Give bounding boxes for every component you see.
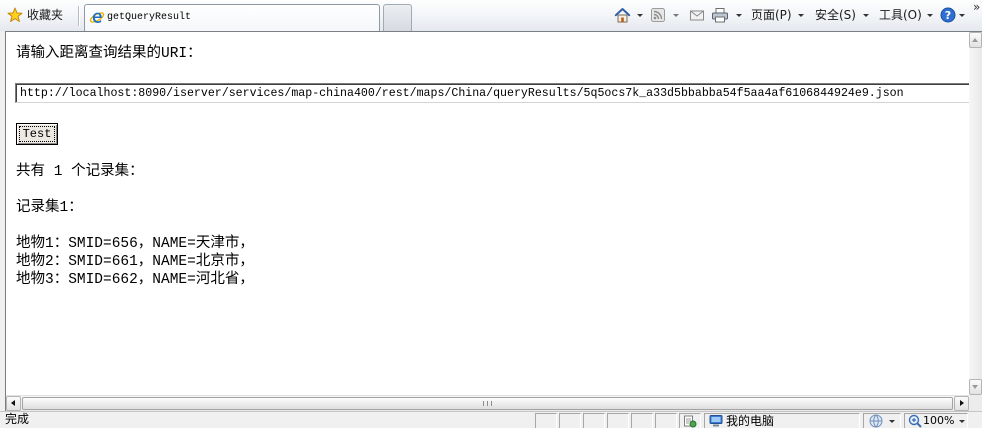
protected-mode-panel[interactable] (863, 413, 901, 428)
scroll-down-arrow-icon (972, 385, 978, 389)
help-dropdown-arrow[interactable] (959, 14, 965, 17)
tools-menu[interactable]: 工具(O) (879, 5, 922, 25)
status-panel (559, 413, 581, 428)
new-tab-button[interactable] (383, 4, 412, 31)
scroll-left-arrow-icon (11, 400, 15, 406)
scroll-up-button[interactable] (969, 32, 982, 48)
help-button[interactable]: ? (939, 5, 959, 25)
status-panel (631, 413, 653, 428)
status-text: 完成 (5, 412, 30, 426)
print-icon (712, 8, 728, 23)
zoom-icon (908, 414, 922, 428)
print-button[interactable] (710, 5, 730, 25)
command-bar: 收藏夹 getQueryResult 页面(P) 安全(S) 工具(O) ? » (0, 0, 982, 31)
status-panel (607, 413, 629, 428)
feeds-icon (651, 8, 665, 22)
page-viewport: 请输入距离查询结果的URI： Test 共有 1 个记录集： 记录集1： 地物1… (6, 32, 969, 395)
command-bar-overflow-chevron[interactable]: » (973, 0, 982, 14)
safety-menu[interactable]: 安全(S) (815, 5, 856, 25)
feature-line: 地物3：SMID=662，NAME=河北省， (16, 272, 254, 288)
read-mail-button[interactable] (688, 5, 708, 25)
browser-content-frame: 请输入距离查询结果的URI： Test 共有 1 个记录集： 记录集1： 地物1… (5, 31, 982, 411)
uri-input[interactable] (15, 83, 969, 103)
status-indicator-icon (684, 415, 697, 428)
scroll-up-arrow-icon (972, 38, 978, 42)
feature-line: 地物2：SMID=661，NAME=北京市， (16, 254, 254, 270)
scrollbar-corner (969, 395, 982, 411)
uri-prompt-label: 请输入距离查询结果的URI： (16, 46, 202, 62)
status-panel (583, 413, 605, 428)
test-button-label: Test (19, 126, 55, 142)
read-mail-icon (690, 10, 704, 21)
status-panel (535, 413, 557, 428)
horizontal-scrollbar[interactable] (6, 395, 969, 411)
home-dropdown-arrow[interactable] (637, 14, 643, 17)
security-zone-label: 我的电脑 (726, 414, 775, 428)
recordset-title: 记录集1： (16, 200, 83, 216)
zoom-level: 100% (923, 414, 955, 427)
feeds-button[interactable] (649, 5, 669, 25)
scroll-left-button[interactable] (6, 396, 21, 411)
security-zone-panel[interactable]: 我的电脑 (704, 413, 860, 428)
test-button[interactable]: Test (16, 123, 58, 145)
status-panel (655, 413, 677, 428)
home-button[interactable] (613, 5, 633, 25)
tab-title: getQueryResult (107, 12, 192, 23)
scroll-grip-icon (483, 401, 492, 406)
protected-mode-icon (869, 414, 883, 428)
print-dropdown-arrow[interactable] (736, 14, 742, 17)
vertical-scrollbar[interactable] (969, 32, 982, 395)
zoom-panel[interactable]: 100% (904, 413, 968, 428)
scroll-down-button[interactable] (969, 379, 982, 395)
scroll-right-button[interactable] (954, 396, 969, 411)
star-icon (7, 7, 23, 22)
zoom-dropdown-arrow[interactable] (959, 420, 965, 423)
feature-line: 地物1：SMID=656，NAME=天津市， (16, 236, 254, 252)
protected-mode-dropdown-arrow[interactable] (889, 420, 895, 423)
feeds-dropdown-arrow[interactable] (673, 14, 679, 17)
ie-page-icon (89, 12, 105, 23)
status-bar: 完成 我的电脑 100% (0, 411, 982, 428)
page-menu[interactable]: 页面(P) (751, 5, 792, 25)
tools-menu-dropdown-arrow[interactable] (927, 14, 933, 17)
help-glyph: ? (945, 9, 951, 22)
toolbar-separator (78, 6, 79, 26)
recordset-count-text: 共有 1 个记录集： (16, 164, 144, 180)
computer-icon (709, 415, 723, 427)
scroll-right-arrow-icon (960, 400, 964, 406)
help-icon: ? (940, 7, 956, 23)
page-menu-dropdown-arrow[interactable] (798, 14, 804, 17)
tab-getqueryresult[interactable]: getQueryResult (84, 4, 380, 31)
home-icon (614, 8, 631, 23)
horizontal-scroll-thumb[interactable] (22, 397, 953, 410)
favorites-label: 收藏夹 (27, 8, 64, 22)
safety-menu-dropdown-arrow[interactable] (863, 14, 869, 17)
favorites-button[interactable]: 收藏夹 (4, 5, 72, 25)
status-indicator-panel[interactable] (679, 413, 701, 428)
